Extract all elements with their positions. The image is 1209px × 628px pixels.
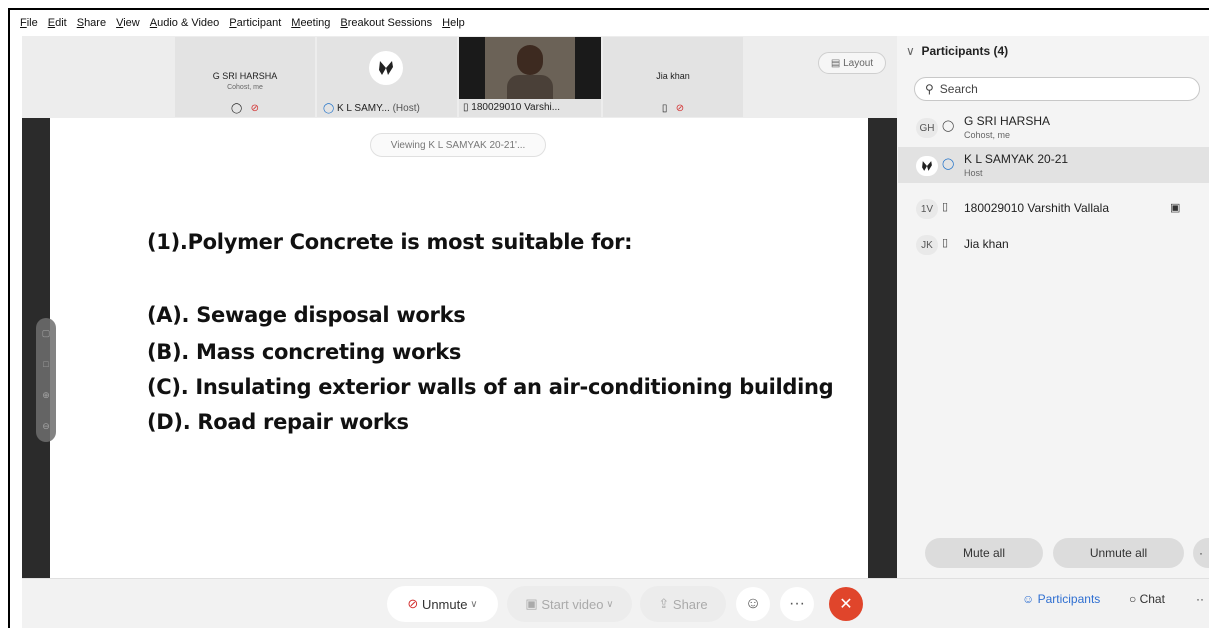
headset-icon: ◯ <box>942 158 955 170</box>
video-icon: ▣ <box>1170 202 1181 214</box>
headset-icon: ◯ <box>323 103 335 114</box>
tile-status: ▯ ⊘ <box>603 103 743 114</box>
chat-icon: ○ <box>1129 592 1140 606</box>
participant-row[interactable]: ◯ K L SAMYAK 20-21 Host <box>898 147 1209 183</box>
headset-icon: ◯ <box>942 120 955 132</box>
zoom-toolbar: ▢ □ ⊕ ⊖ <box>36 318 56 442</box>
share-button[interactable]: ⇪ Share <box>640 586 726 622</box>
tile-role: (Host) <box>392 103 420 114</box>
more-icon[interactable]: ··· <box>780 587 814 621</box>
avatar <box>916 156 938 176</box>
menu-share[interactable]: Share <box>77 17 106 29</box>
participants-title: Participants (4) <box>921 44 1009 58</box>
layout-label: Layout <box>843 57 874 69</box>
menu-help[interactable]: Help <box>442 17 465 29</box>
chevron-down-icon: ∨ <box>906 44 919 58</box>
avatar: JK <box>916 235 938 255</box>
unmute-button[interactable]: ⊘ Unmute ∨ <box>387 586 498 622</box>
viewing-indicator: Viewing K L SAMYAK 20-21'... <box>370 133 546 157</box>
window-border-left <box>8 8 10 628</box>
phone-icon: ▯ <box>463 102 469 113</box>
slide-option-b: (B). Mass concreting works <box>147 340 462 364</box>
menu-view[interactable]: View <box>116 17 140 29</box>
search-icon: ⚲ <box>925 82 934 96</box>
tile-name: 180029010 Varshi... <box>471 102 561 113</box>
close-icon[interactable]: ✕ <box>829 587 863 621</box>
participants-icon: ☺ <box>1022 592 1038 606</box>
start-video-button[interactable]: ▣ Start video ∨ <box>507 586 632 622</box>
mute-all-button[interactable]: Mute all <box>925 538 1043 568</box>
video-icon: ▣ <box>525 596 542 611</box>
slide-option-d: (D). Road repair works <box>147 410 409 434</box>
zoom-fit-icon[interactable]: ▢ <box>36 318 56 349</box>
layout-button[interactable]: ▤ Layout <box>818 52 886 74</box>
slide-question: (1).Polymer Concrete is most suitable fo… <box>147 230 633 254</box>
more-icon[interactable]: ·· <box>1196 592 1204 606</box>
tile-varshith[interactable]: ▯ 180029010 Varshi... <box>459 37 601 117</box>
tile-jia[interactable]: Jia khan ▯ ⊘ <box>603 37 743 117</box>
chat-tab-label: Chat <box>1139 592 1165 606</box>
participant-row[interactable]: JK ▯ Jia khan <box>898 226 1209 262</box>
participant-role: Cohost, me <box>964 130 1011 140</box>
menu-edit[interactable]: Edit <box>48 17 67 29</box>
search-placeholder: Search <box>939 82 978 96</box>
unmute-all-button[interactable]: Unmute all <box>1053 538 1184 568</box>
participant-name: Jia khan <box>964 237 1009 251</box>
mic-muted-icon: ⊘ <box>675 103 685 114</box>
menu-meeting[interactable]: Meeting <box>291 17 330 29</box>
menu-audio-video[interactable]: Audio & Video <box>150 17 220 29</box>
zoom-out-icon[interactable]: ⊖ <box>36 411 56 442</box>
mic-muted-icon: ⊘ <box>407 596 422 611</box>
participants-tab[interactable]: ☺ Participants <box>1022 592 1100 606</box>
chevron-down-icon: ∨ <box>467 598 478 610</box>
chat-tab[interactable]: ○ Chat <box>1129 592 1165 606</box>
avatar: GH <box>916 118 938 138</box>
tile-samyak[interactable]: ◯ K L SAMY... (Host) <box>317 37 457 117</box>
participants-tab-label: Participants <box>1037 592 1101 606</box>
avatar: 1V <box>916 199 938 219</box>
tile-name: G SRI HARSHA <box>212 71 278 81</box>
participant-name: K L SAMYAK 20-21 <box>964 152 1069 166</box>
tile-sub: Cohost, me <box>227 84 263 91</box>
tile-label: ◯ K L SAMY... (Host) <box>317 103 457 114</box>
start-video-label: Start video <box>541 596 604 612</box>
menu-file[interactable]: File <box>20 17 38 29</box>
unmute-label: Unmute <box>421 596 468 612</box>
share-icon: ⇪ <box>658 596 673 611</box>
webex-logo-icon <box>369 51 403 85</box>
participant-role: Host <box>964 168 983 178</box>
phone-icon: ▯ <box>661 103 668 114</box>
headset-icon: ◯ <box>231 103 243 114</box>
chevron-down-icon: ∨ <box>603 598 614 610</box>
emoji-icon[interactable]: ☺ <box>736 587 770 621</box>
app-window: File Edit Share View Audio & Video Parti… <box>0 0 1209 628</box>
share-label: Share <box>672 596 708 612</box>
tile-status: ◯ ⊘ <box>175 103 315 114</box>
phone-icon: ▯ <box>942 237 949 249</box>
layout-icon: ▤ <box>830 57 844 69</box>
tile-name: Jia khan <box>656 71 690 81</box>
menu-participant[interactable]: Participant <box>229 17 281 29</box>
menu-bar: File Edit Share View Audio & Video Parti… <box>20 10 1200 36</box>
menu-breakout[interactable]: Breakout Sessions <box>340 17 432 29</box>
tile-harsha[interactable]: G SRI HARSHA Cohost, me ◯ ⊘ <box>175 37 315 117</box>
participant-row[interactable]: GH ◯ G SRI HARSHA Cohost, me <box>898 109 1209 145</box>
participant-row[interactable]: 1V ▯ 180029010 Varshith Vallala ▣ <box>898 190 1209 226</box>
slide-option-c: (C). Insulating exterior walls of an air… <box>147 375 834 399</box>
participant-name: 180029010 Varshith Vallala <box>964 201 1109 215</box>
mic-muted-icon: ⊘ <box>250 103 259 114</box>
participant-name: G SRI HARSHA <box>964 114 1051 128</box>
zoom-in-icon[interactable]: ⊕ <box>36 380 56 411</box>
participants-header[interactable]: ∨ Participants (4) <box>906 44 1008 58</box>
participant-video <box>485 37 575 99</box>
zoom-actual-icon[interactable]: □ <box>36 349 56 380</box>
webex-logo-icon <box>922 161 932 171</box>
tile-label: ▯ 180029010 Varshi... <box>459 99 601 117</box>
phone-icon: ▯ <box>942 201 949 213</box>
tile-name: K L SAMY... <box>336 103 390 114</box>
slide-option-a: (A). Sewage disposal works <box>147 303 466 327</box>
participant-search-input[interactable]: ⚲ Search <box>914 77 1200 101</box>
